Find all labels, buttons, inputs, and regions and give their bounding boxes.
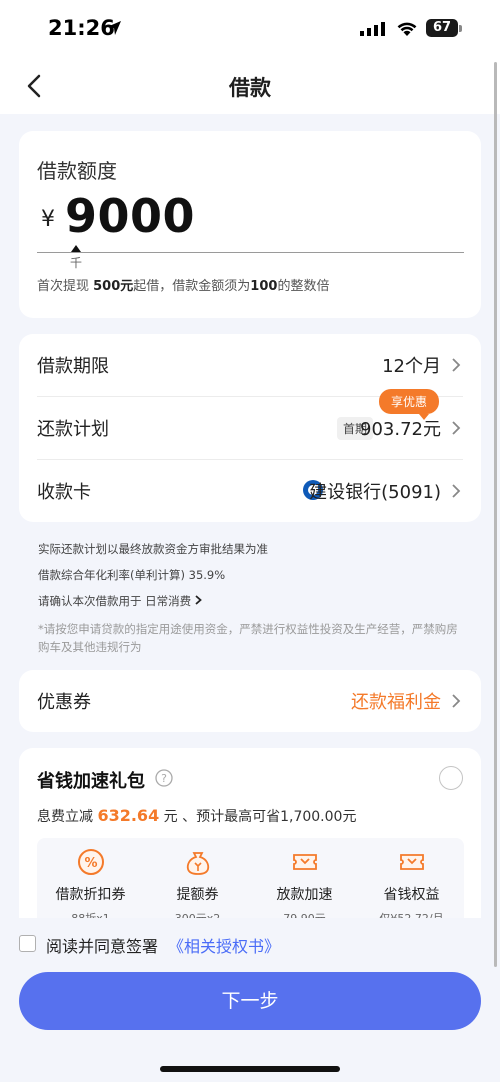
loan-period-row[interactable]: 借款期限 12个月 — [19, 334, 481, 396]
note-approval: 实际还款计划以最终放款资金方审批结果为准 — [38, 542, 268, 556]
agreement-checkbox[interactable] — [19, 935, 36, 952]
gift-title: 省钱加速礼包 — [37, 771, 145, 792]
gift-select-radio[interactable] — [439, 766, 463, 790]
period-label: 借款期限 — [37, 356, 109, 377]
status-bar: 21:26 67 — [0, 0, 500, 58]
rule-suffix: 的整数倍 — [277, 279, 330, 294]
caret-up-icon — [71, 245, 81, 252]
scrollbar[interactable] — [494, 62, 497, 967]
wifi-icon — [397, 22, 417, 36]
next-step-button[interactable]: 下一步 — [19, 972, 481, 1030]
bottom-action-bar: 阅读并同意签署 《相关授权书》 下一步 — [0, 918, 500, 1082]
chevron-right-icon — [195, 595, 202, 605]
chevron-right-icon — [452, 421, 461, 435]
battery-indicator: 67 — [426, 19, 458, 37]
ticket-icon — [292, 854, 317, 870]
agreement-text: 阅读并同意签署 — [46, 937, 159, 956]
perk-item[interactable]: % 借款折扣券 88折x1 — [37, 848, 144, 926]
gift-description: 息费立减 632.64 元 、预计最高可省1,700.00元 — [37, 806, 356, 826]
discount-badge: 享优惠 — [378, 389, 439, 420]
page-title: 借款 — [229, 76, 271, 100]
perk-item[interactable]: 放款加速 79.90元 — [251, 848, 358, 926]
perk-item[interactable]: 省钱权益 仅¥52.72/月 — [358, 848, 465, 926]
amount-input[interactable]: 9000 — [65, 189, 195, 243]
perk-name: 省钱权益 — [383, 887, 440, 903]
repayment-plan-row[interactable]: 还款计划 首期 903.72元 享优惠 — [19, 389, 481, 459]
usage-warning: *请按您申请贷款的指定用途使用资金，严禁进行权益性投资及生产经营，严禁购房购车及… — [38, 622, 458, 654]
loan-purpose-link[interactable]: 请确认本次借款用于 日常消费 — [38, 588, 468, 614]
chevron-right-icon — [452, 484, 461, 498]
purpose-text: 请确认本次借款用于 日常消费 — [38, 594, 192, 608]
chevron-right-icon — [452, 694, 461, 708]
coupon-value: 还款福利金 — [351, 692, 441, 713]
cellular-signal-icon — [360, 22, 385, 36]
svg-text:%: % — [84, 856, 97, 871]
desc-amount: 632.64 — [97, 806, 160, 825]
loan-amount-card: 借款额度 ¥ 9000 千 首次提现 500元起借，借款金额须为100的整数倍 — [19, 131, 481, 318]
desc-suffix: 元 、预计最高可省1,700.00元 — [159, 809, 357, 825]
amount-underline — [37, 252, 464, 253]
nav-bar: 借款 — [0, 58, 500, 114]
battery-tip — [459, 25, 462, 32]
loan-notes: 实际还款计划以最终放款资金方审批结果为准 借款综合年化利率(单利计算) 35.9… — [38, 536, 468, 656]
desc-prefix: 息费立减 — [37, 809, 98, 825]
location-arrow-icon — [107, 21, 121, 35]
perk-item[interactable]: 提额券 300元x2 — [144, 848, 251, 926]
plan-label: 还款计划 — [37, 419, 109, 440]
card-label: 收款卡 — [37, 482, 91, 503]
amount-rule: 首次提现 500元起借，借款金额须为100的整数倍 — [37, 275, 329, 294]
note-rate: 借款综合年化利率(单利计算) 35.9% — [38, 568, 226, 582]
receiving-card-row[interactable]: 收款卡 建设银行(5091) — [19, 460, 481, 522]
unit-hint: 千 — [70, 256, 83, 270]
coupon-row[interactable]: 优惠券 还款福利金 — [19, 670, 481, 732]
perk-name: 借款折扣券 — [55, 887, 126, 903]
money-bag-icon — [186, 852, 209, 875]
chevron-right-icon — [452, 358, 461, 372]
authorization-link[interactable]: 《相关授权书》 — [168, 933, 280, 957]
loan-terms-card: 借款期限 12个月 还款计划 首期 903.72元 享优惠 收款卡 建设银行(5… — [19, 334, 481, 522]
period-value: 12个月 — [382, 356, 441, 377]
svg-text:?: ? — [161, 772, 167, 785]
percent-icon: % — [77, 849, 104, 875]
home-indicator — [160, 1066, 340, 1072]
status-time: 21:26 — [48, 16, 115, 40]
currency-symbol: ¥ — [41, 207, 55, 232]
rule-mid: 起借，借款金额须为 — [133, 279, 251, 294]
amount-title: 借款额度 — [37, 159, 117, 183]
perk-name: 放款加速 — [276, 887, 333, 903]
card-value: 建设银行(5091) — [309, 482, 441, 503]
coupon-label: 优惠券 — [37, 692, 91, 713]
rule-multiple: 100 — [250, 279, 278, 294]
rule-prefix: 首次提现 — [37, 279, 94, 294]
help-icon[interactable]: ? — [155, 769, 173, 787]
rule-min: 500元 — [93, 279, 134, 294]
perk-name: 提额券 — [176, 887, 219, 903]
ticket-icon — [399, 854, 424, 870]
